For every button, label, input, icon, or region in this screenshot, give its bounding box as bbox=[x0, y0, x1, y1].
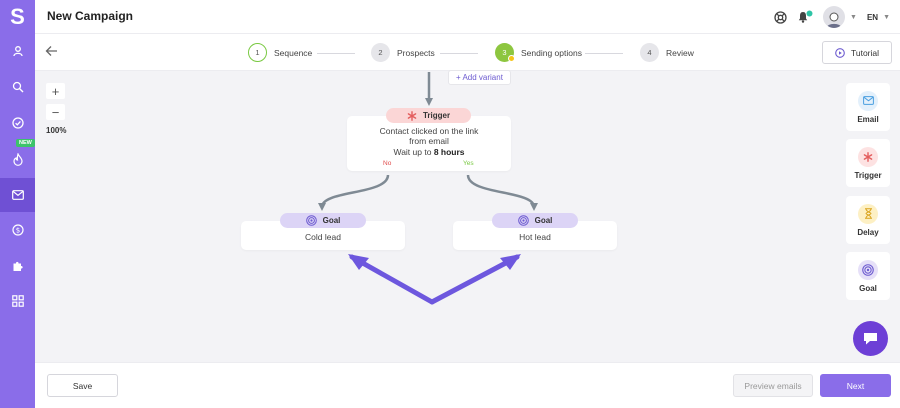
palette-label: Email bbox=[857, 114, 879, 124]
avatar-chevron-down-icon[interactable]: ▼ bbox=[850, 14, 857, 21]
tutorial-button[interactable]: Tutorial bbox=[822, 41, 892, 64]
mail-icon bbox=[862, 96, 874, 105]
sidebar: S NEW $ bbox=[0, 0, 35, 408]
grid-icon bbox=[11, 295, 24, 307]
save-button[interactable]: Save bbox=[47, 374, 118, 397]
trigger-label: Trigger bbox=[422, 111, 451, 120]
palette-trigger[interactable]: Trigger bbox=[846, 139, 890, 187]
arrow-left-icon bbox=[45, 46, 57, 56]
step-label: Prospects bbox=[397, 47, 435, 58]
no-branch-label: No bbox=[383, 160, 392, 167]
stepper-bar: 1 Sequence 2 Prospects 3 Sending options… bbox=[35, 34, 900, 71]
goal-pill: Goal bbox=[280, 213, 366, 228]
chat-icon bbox=[864, 333, 877, 345]
play-circle-icon bbox=[835, 47, 845, 58]
asterisk-icon bbox=[863, 151, 873, 162]
no-branch-connector bbox=[318, 174, 390, 211]
sidebar-item-apps[interactable] bbox=[0, 284, 35, 318]
page-title: New Campaign bbox=[47, 9, 134, 23]
wait-prefix: Wait up to bbox=[393, 147, 432, 157]
sidebar-item-campaigns[interactable] bbox=[0, 178, 35, 212]
zoom-out-button[interactable]: − bbox=[46, 104, 65, 120]
trigger-wait: Wait up to 8 hours bbox=[347, 147, 511, 158]
palette-delay[interactable]: Delay bbox=[846, 196, 890, 244]
flame-icon bbox=[12, 152, 23, 166]
goal-label: Goal bbox=[322, 216, 341, 225]
user-icon bbox=[12, 46, 23, 57]
top-header: New Campaign ▼ EN ▼ bbox=[35, 0, 900, 34]
step-number: 1 bbox=[248, 43, 267, 62]
zoom-level: 100% bbox=[46, 126, 67, 135]
svg-text:$: $ bbox=[15, 227, 19, 235]
check-circle-icon bbox=[11, 117, 24, 129]
help-lifebuoy-icon[interactable] bbox=[774, 10, 787, 24]
app-logo[interactable]: S bbox=[0, 0, 35, 34]
palette-icon-bg bbox=[858, 146, 878, 167]
sidebar-item-search[interactable] bbox=[0, 70, 35, 104]
avatar[interactable] bbox=[823, 6, 845, 28]
dollar-icon: $ bbox=[11, 224, 24, 236]
target-icon bbox=[305, 215, 317, 226]
palette-goal[interactable]: Goal bbox=[846, 252, 890, 300]
zoom-in-button[interactable]: + bbox=[46, 83, 65, 99]
puzzle-icon bbox=[13, 261, 23, 271]
step-label: Review bbox=[666, 47, 694, 58]
language-selector[interactable]: EN bbox=[867, 13, 878, 22]
step-review[interactable]: 4 Review bbox=[640, 43, 694, 62]
palette-label: Delay bbox=[857, 227, 879, 237]
step-label: Sending options bbox=[521, 47, 582, 58]
palette-icon-bg bbox=[858, 90, 878, 111]
palette-icon-bg bbox=[858, 259, 878, 280]
sidebar-item-tasks[interactable] bbox=[0, 106, 35, 140]
back-button[interactable] bbox=[45, 45, 58, 57]
sidebar-item-integrations[interactable] bbox=[0, 249, 35, 283]
yes-branch-label: Yes bbox=[463, 160, 474, 167]
sidebar-item-warmup[interactable]: NEW bbox=[0, 139, 35, 176]
step-label: Sequence bbox=[274, 47, 313, 58]
palette-email[interactable]: Email bbox=[846, 83, 890, 131]
hourglass-icon bbox=[864, 208, 872, 219]
step-connector bbox=[317, 52, 355, 54]
user-avatar-icon bbox=[826, 12, 842, 28]
target-icon bbox=[862, 263, 874, 276]
trigger-condition-line2: from email bbox=[409, 136, 449, 146]
step-number: 4 bbox=[640, 43, 659, 62]
next-button[interactable]: Next bbox=[820, 374, 891, 397]
tutorial-label: Tutorial bbox=[850, 47, 880, 58]
step-number: 2 bbox=[371, 43, 390, 62]
trigger-pill: Trigger bbox=[386, 108, 471, 123]
step-sending-options[interactable]: 3 Sending options bbox=[495, 43, 582, 62]
footer-bar: Save Preview emails Next bbox=[35, 362, 900, 408]
bell-icon[interactable] bbox=[797, 10, 813, 24]
step-connector bbox=[440, 52, 478, 54]
step-connector bbox=[585, 52, 623, 54]
goal-pill: Goal bbox=[492, 213, 578, 228]
goal-label: Goal bbox=[534, 216, 553, 225]
new-badge: NEW bbox=[16, 139, 35, 147]
goal-text: Cold lead bbox=[305, 232, 341, 242]
palette-label: Goal bbox=[859, 283, 877, 293]
chat-button[interactable] bbox=[853, 321, 888, 356]
yes-branch-connector bbox=[466, 174, 538, 211]
highlight-arrow bbox=[348, 254, 521, 305]
language-chevron-down-icon[interactable]: ▼ bbox=[883, 14, 890, 21]
mail-icon bbox=[11, 190, 24, 200]
preview-emails-button[interactable]: Preview emails bbox=[733, 374, 813, 397]
wait-value: 8 hours bbox=[433, 147, 465, 157]
search-icon bbox=[12, 81, 23, 93]
asterisk-icon bbox=[407, 110, 417, 121]
add-variant-button[interactable]: + Add variant bbox=[448, 70, 511, 85]
trigger-node[interactable]: Contact clicked on the link from email W… bbox=[347, 116, 511, 171]
sidebar-item-billing[interactable]: $ bbox=[0, 213, 35, 247]
step-number: 3 bbox=[495, 43, 515, 62]
palette-icon-bg bbox=[858, 203, 878, 224]
step-prospects[interactable]: 2 Prospects bbox=[371, 43, 435, 62]
sidebar-item-contacts[interactable] bbox=[0, 34, 35, 68]
palette-label: Trigger bbox=[854, 170, 882, 180]
step-sequence[interactable]: 1 Sequence bbox=[248, 43, 312, 62]
goal-text: Hot lead bbox=[519, 232, 551, 242]
target-icon bbox=[517, 215, 529, 226]
